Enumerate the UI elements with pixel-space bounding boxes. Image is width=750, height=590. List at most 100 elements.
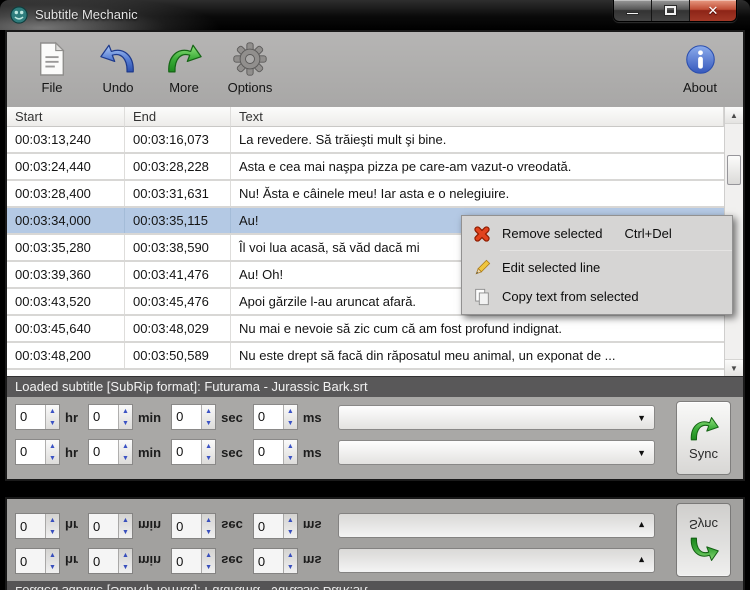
- app-icon: [10, 6, 28, 24]
- menu-label: Edit selected line: [502, 260, 601, 275]
- spin-up-icon[interactable]: ▲: [202, 440, 215, 452]
- cell-end: 00:03:28,228: [125, 154, 231, 179]
- sec-label-reflection: sec: [221, 518, 243, 534]
- min-spinner-row1[interactable]: 0 ▲ ▼: [88, 404, 133, 430]
- spin-down-icon-reflection: ▼: [205, 516, 213, 524]
- dropdown-value-reflection: [339, 519, 345, 534]
- sync-panel-reflection: 0 ▲ ▼ hr 0 ▲ ▼ min 0 ▲ ▼ sec 0 ▲ ▼ ms ▼ …: [7, 499, 743, 581]
- undo-button[interactable]: Undo: [87, 39, 149, 101]
- column-header-text[interactable]: Text: [231, 107, 724, 127]
- spin-up-icon[interactable]: ▲: [46, 405, 59, 417]
- cell-start: 00:03:48,200: [7, 343, 125, 368]
- options-gear-icon: [232, 39, 268, 79]
- table-row[interactable]: 00:03:13,240 00:03:16,073 La revedere. S…: [7, 127, 724, 154]
- table-header: Start End Text: [7, 107, 724, 127]
- spin-up-icon[interactable]: ▲: [46, 440, 59, 452]
- preset-dropdown-row2[interactable]: ▼: [337, 439, 655, 465]
- table-row[interactable]: 00:03:28,400 00:03:31,631 Nu! Ăsta e câi…: [7, 181, 724, 208]
- spin-up-icon[interactable]: ▲: [119, 405, 132, 417]
- hr-spinner-row1[interactable]: 0 ▲ ▼: [15, 404, 60, 430]
- menu-separator: [500, 250, 732, 251]
- options-button[interactable]: Options: [219, 39, 281, 101]
- spin-up-icon-reflection: ▲: [205, 563, 213, 571]
- cell-text: Nu! Ăsta e câinele meu! Iar asta e o nel…: [239, 186, 510, 201]
- cell-start: 00:03:45,640: [7, 316, 125, 341]
- spin-down-icon[interactable]: ▼: [284, 417, 297, 429]
- spin-down-icon[interactable]: ▼: [46, 452, 59, 464]
- scroll-down-icon[interactable]: ▼: [725, 359, 743, 376]
- cell-start: 00:03:13,240: [7, 127, 125, 152]
- scroll-up-icon[interactable]: ▲: [725, 107, 743, 124]
- sec-value-row2-reflection: 0: [176, 519, 184, 534]
- hr-value-row1: 0: [20, 409, 28, 424]
- spin-up-icon[interactable]: ▲: [202, 405, 215, 417]
- sec-spinner-row2[interactable]: 0 ▲ ▼: [171, 439, 217, 465]
- ms-value-row1: 0: [257, 409, 266, 424]
- maximize-button[interactable]: [652, 0, 690, 21]
- preset-dropdown-row1[interactable]: ▼: [337, 404, 655, 430]
- table-row[interactable]: 00:03:24,440 00:03:28,228 Asta e cea mai…: [7, 154, 724, 181]
- cell-end: 00:03:35,115: [125, 208, 231, 233]
- sec-spinner-row1[interactable]: 0 ▲ ▼: [171, 404, 217, 430]
- spin-down-icon[interactable]: ▼: [284, 452, 297, 464]
- spin-down-icon[interactable]: ▼: [119, 417, 132, 429]
- menu-item-remove-selected[interactable]: Remove selected Ctrl+Del: [462, 219, 732, 248]
- file-button[interactable]: File: [21, 39, 83, 101]
- minimize-button[interactable]: [614, 0, 652, 21]
- edit-pencil-icon: [462, 259, 502, 277]
- spin-down-icon[interactable]: ▼: [202, 452, 215, 464]
- lower-panel-reflection: Loaded subtitle [SubRip format]: Futuram…: [0, 490, 750, 590]
- spinner-arrows-reflection: ▲ ▼: [45, 514, 59, 538]
- ms-label: ms: [302, 444, 322, 460]
- spinner-arrows-reflection: ▲ ▼: [201, 514, 216, 538]
- ms-spinner-row2-reflection: 0 ▲ ▼: [252, 513, 298, 539]
- hr-spinner-row2[interactable]: 0 ▲ ▼: [15, 439, 60, 465]
- spin-up-icon-reflection: ▲: [122, 563, 129, 571]
- chevron-down-icon-reflection: ▼: [637, 520, 646, 531]
- sec-spinner-row1-reflection: 0 ▲ ▼: [171, 548, 217, 574]
- table-row[interactable]: 00:03:48,200 00:03:50,589 Nu este drept …: [7, 343, 724, 370]
- ms-spinner-row2[interactable]: 0 ▲ ▼: [252, 439, 298, 465]
- spin-up-icon-reflection: ▲: [122, 528, 129, 536]
- min-spinner-row2[interactable]: 0 ▲ ▼: [88, 439, 133, 465]
- spin-down-icon[interactable]: ▼: [202, 417, 215, 429]
- hr-label-reflection: hr: [65, 518, 78, 534]
- spin-up-icon[interactable]: ▲: [284, 440, 297, 452]
- spin-down-icon[interactable]: ▼: [119, 452, 132, 464]
- preset-dropdown-row2-reflection: ▼: [337, 513, 655, 539]
- cell-start: 00:03:34,000: [7, 208, 125, 233]
- context-menu: Remove selected Ctrl+Del Edit selected l…: [461, 215, 733, 315]
- spinner-arrows: ▲ ▼: [282, 440, 297, 464]
- sync-button-reflection: Sync: [676, 503, 731, 577]
- file-icon: [36, 39, 68, 79]
- more-button[interactable]: More: [153, 39, 215, 101]
- dropdown-value: [339, 445, 345, 460]
- cell-start: 00:03:39,360: [7, 262, 125, 287]
- ms-spinner-row1[interactable]: 0 ▲ ▼: [252, 404, 298, 430]
- caption-buttons: ✕: [613, 0, 737, 22]
- spin-down-icon[interactable]: ▼: [46, 417, 59, 429]
- spin-up-icon-reflection: ▲: [286, 528, 294, 536]
- menu-item-edit-selected-line[interactable]: Edit selected line: [462, 253, 732, 282]
- column-header-end[interactable]: End: [125, 107, 231, 127]
- title-bar[interactable]: Subtitle Mechanic ✕: [0, 0, 750, 30]
- cell-end: 00:03:48,029: [125, 316, 231, 341]
- spin-up-icon[interactable]: ▲: [119, 440, 132, 452]
- about-button[interactable]: About: [669, 39, 731, 101]
- sync-button[interactable]: Sync: [676, 401, 731, 475]
- column-header-start[interactable]: Start: [7, 107, 125, 127]
- menu-item-copy-text[interactable]: Copy text from selected: [462, 282, 732, 311]
- sec-spinner-row2-reflection: 0 ▲ ▼: [171, 513, 217, 539]
- hr-label: hr: [65, 409, 78, 425]
- cell-end: 00:03:31,631: [125, 181, 231, 206]
- menu-label: Remove selected: [502, 226, 603, 241]
- menu-label: Copy text from selected: [502, 289, 639, 304]
- more-icon: [165, 39, 203, 79]
- close-button[interactable]: ✕: [690, 0, 736, 21]
- hr-spinner-row1-reflection: 0 ▲ ▼: [15, 548, 60, 574]
- scrollbar-thumb[interactable]: [727, 155, 741, 185]
- table-row[interactable]: 00:03:45,640 00:03:48,029 Nu mai e nevoi…: [7, 316, 724, 343]
- hr-value-row2: 0: [20, 444, 28, 459]
- spin-up-icon[interactable]: ▲: [284, 405, 297, 417]
- cell-text: Nu este drept să facă din răposatul meu …: [239, 348, 616, 363]
